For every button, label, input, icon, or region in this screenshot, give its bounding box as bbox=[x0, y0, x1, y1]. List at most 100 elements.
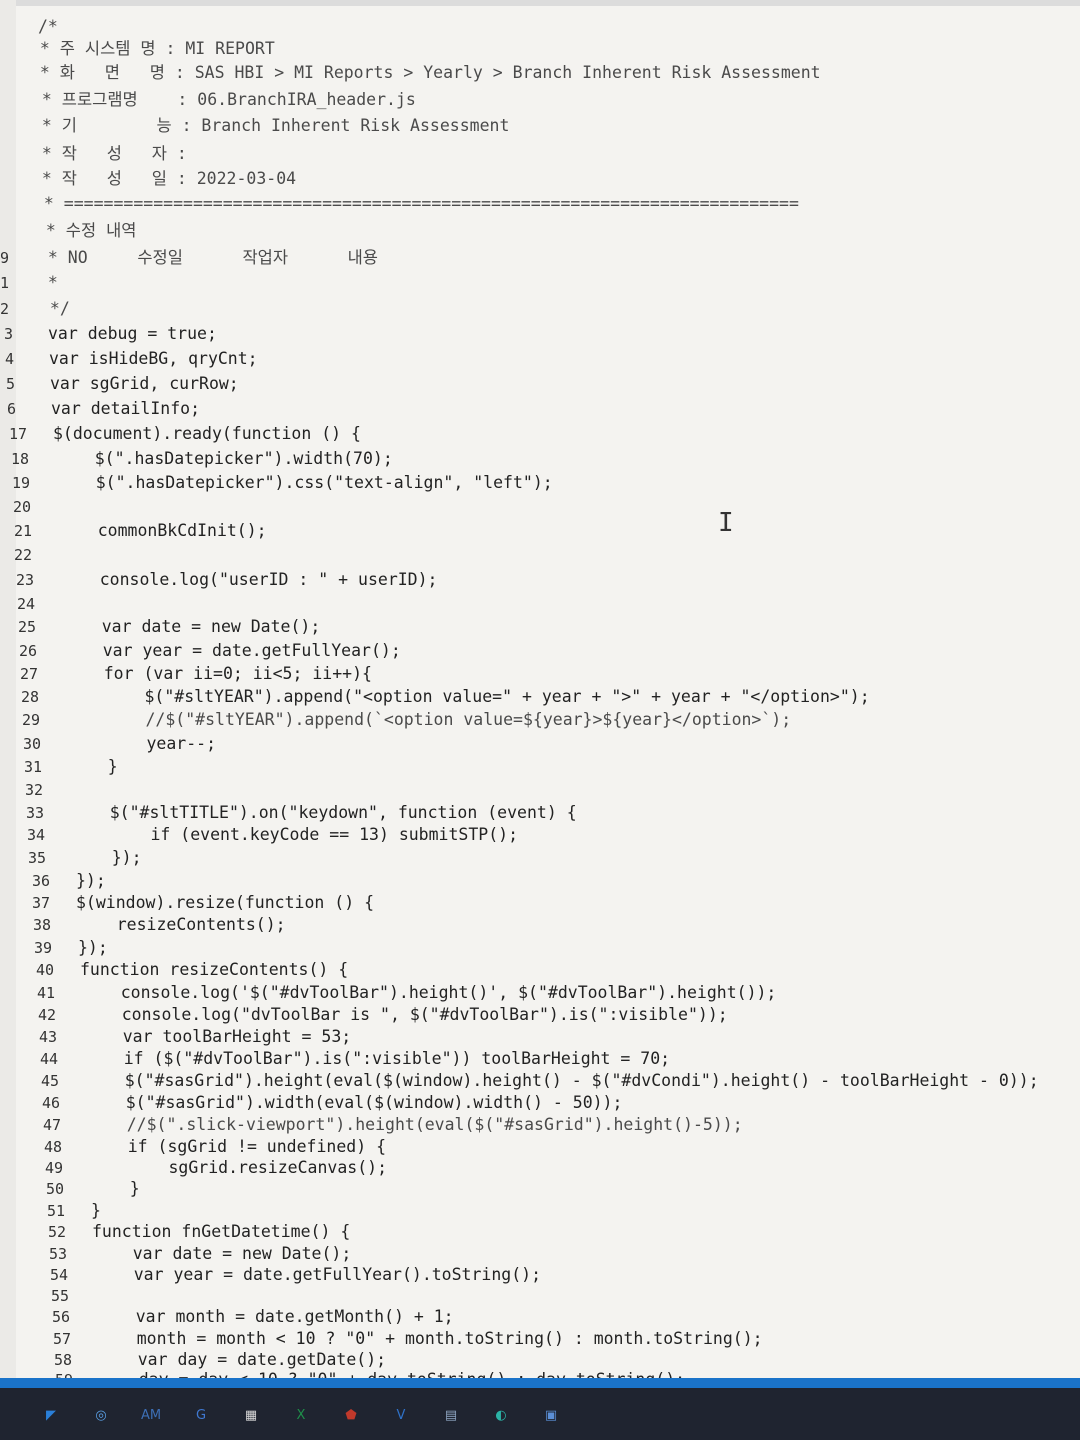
code-line[interactable]: 24 bbox=[0, 593, 1080, 615]
code-line[interactable]: * 작 성 일 : 2022-03-04 bbox=[0, 168, 1080, 190]
code-line[interactable]: 41 console.log('$("#dvToolBar").height()… bbox=[0, 982, 1080, 1004]
code-line[interactable]: 44 if ($("#dvToolBar").is(":visible")) t… bbox=[0, 1048, 1080, 1070]
code-line[interactable]: * 주 시스템 명 : MI REPORT bbox=[0, 38, 1080, 60]
code-text: //$("#sltYEAR").append(`<option value=${… bbox=[66, 710, 792, 729]
code-line[interactable]: 57 month = month < 10 ? "0" + month.toSt… bbox=[0, 1328, 1080, 1350]
edge-browser-icon[interactable]: ◐ bbox=[488, 1402, 514, 1428]
code-text: $("#sasGrid").width(eval($(window).width… bbox=[86, 1093, 623, 1112]
code-line[interactable]: 9 * NO 수정일 작업자 내용 bbox=[0, 247, 1080, 269]
visual-studio-code-icon[interactable]: ◤ bbox=[38, 1402, 64, 1428]
code-line[interactable]: * 수정 내역 bbox=[0, 220, 1080, 242]
code-line[interactable]: 38 resizeContents(); bbox=[0, 914, 1080, 936]
code-line[interactable]: 49 sgGrid.resizeCanvas(); bbox=[0, 1157, 1080, 1179]
code-line[interactable]: * ======================================… bbox=[0, 193, 1080, 215]
code-line[interactable]: * 작 성 자 : bbox=[0, 143, 1080, 165]
code-line[interactable]: 5 var sgGrid, curRow; bbox=[0, 373, 1080, 395]
code-editor[interactable]: /* * 주 시스템 명 : MI REPORT * 화 면 명 : SAS H… bbox=[0, 0, 1080, 1378]
code-text: $("#sltTITLE").on("keydown", function (e… bbox=[70, 803, 577, 822]
code-line[interactable]: 25 var date = new Date(); bbox=[0, 616, 1080, 638]
code-line[interactable]: 30 year--; bbox=[0, 733, 1080, 755]
code-line[interactable]: 2 */ bbox=[0, 298, 1080, 320]
code-line[interactable]: 27 for (var ii=0; ii<5; ii++){ bbox=[0, 663, 1080, 685]
line-number: 2 bbox=[0, 300, 10, 318]
am-app-icon[interactable]: AM bbox=[138, 1402, 164, 1428]
code-line[interactable]: 32 bbox=[0, 779, 1080, 801]
code-line[interactable]: 35 }); bbox=[0, 847, 1080, 869]
code-text: $("#sasGrid").height(eval($(window).heig… bbox=[85, 1071, 1039, 1090]
code-line[interactable]: 55 bbox=[0, 1285, 1080, 1307]
code-line[interactable]: 46 $("#sasGrid").width(eval($(window).wi… bbox=[0, 1092, 1080, 1114]
code-line[interactable]: * 화 면 명 : SAS HBI > MI Reports > Yearly … bbox=[0, 62, 1080, 84]
code-text: console.log('$("#dvToolBar").height()', … bbox=[81, 983, 777, 1002]
search-app-icon[interactable]: G bbox=[188, 1402, 214, 1428]
code-line[interactable]: 26 var year = date.getFullYear(); bbox=[0, 640, 1080, 662]
line-number: 41 bbox=[37, 984, 56, 1002]
code-line[interactable]: 45 $("#sasGrid").height(eval($(window).h… bbox=[0, 1070, 1080, 1092]
code-line[interactable]: 40 function resizeContents() { bbox=[0, 959, 1080, 981]
line-number: 35 bbox=[28, 849, 47, 867]
code-line[interactable]: 33 $("#sltTITLE").on("keydown", function… bbox=[0, 802, 1080, 824]
code-line[interactable]: 52 function fnGetDatetime() { bbox=[0, 1221, 1080, 1243]
code-line[interactable]: * 프로그램명 : 06.BranchIRA_header.js bbox=[0, 89, 1080, 111]
code-line[interactable]: 3 var debug = true; bbox=[0, 323, 1080, 345]
code-line[interactable]: 59 day = day < 10 ? "0" + day.toString()… bbox=[0, 1369, 1080, 1378]
code-line[interactable]: 39}); bbox=[0, 937, 1080, 959]
code-line[interactable]: 31 } bbox=[0, 756, 1080, 778]
code-line[interactable]: 47 //$(".slick-viewport").height(eval($(… bbox=[0, 1114, 1080, 1136]
code-line[interactable]: 48 if (sgGrid != undefined) { bbox=[0, 1136, 1080, 1158]
code-line[interactable]: 23 console.log("userID : " + userID); bbox=[0, 569, 1080, 591]
code-line[interactable]: 17 $(document).ready(function () { bbox=[0, 423, 1080, 445]
v-app-icon[interactable]: V bbox=[388, 1402, 414, 1428]
code-line[interactable]: 29 //$("#sltYEAR").append(`<option value… bbox=[0, 709, 1080, 731]
line-number: 3 bbox=[4, 325, 14, 343]
code-line[interactable]: 42 console.log("dvToolBar is ", $("#dvTo… bbox=[0, 1004, 1080, 1026]
line-number: 23 bbox=[16, 571, 35, 589]
line-number: 56 bbox=[52, 1308, 71, 1326]
code-line[interactable]: 28 $("#sltYEAR").append("<option value="… bbox=[0, 686, 1080, 708]
code-text: var isHideBG, qryCnt; bbox=[49, 349, 258, 368]
code-line[interactable]: 21 commonBkCdInit(); bbox=[0, 520, 1080, 542]
code-line[interactable]: 6 var detailInfo; bbox=[0, 398, 1080, 420]
code-text: * 작 성 일 : 2022-03-04 bbox=[32, 169, 297, 188]
code-line[interactable]: /* bbox=[0, 16, 1080, 38]
code-line[interactable]: 18 $(".hasDatepicker").width(70); bbox=[0, 448, 1080, 470]
code-line[interactable]: 51} bbox=[0, 1200, 1080, 1222]
code-text: * 프로그램명 : 06.BranchIRA_header.js bbox=[32, 90, 416, 109]
line-number: 54 bbox=[50, 1266, 69, 1284]
code-text: $(window).resize(function () { bbox=[76, 893, 375, 912]
code-text: var date = new Date(); bbox=[62, 617, 321, 636]
code-text: console.log("userID : " + userID); bbox=[60, 570, 438, 589]
window-app-icon[interactable]: ▣ bbox=[538, 1402, 564, 1428]
line-number: 4 bbox=[5, 350, 15, 368]
code-line[interactable]: 53 var date = new Date(); bbox=[0, 1243, 1080, 1265]
code-line[interactable]: 19 $(".hasDatepicker").css("text-align",… bbox=[0, 472, 1080, 494]
shield-icon[interactable]: ⬟ bbox=[338, 1402, 364, 1428]
code-text: * NO 수정일 작업자 내용 bbox=[38, 248, 378, 267]
editor-status-bar bbox=[0, 1378, 1080, 1388]
line-number: 51 bbox=[47, 1202, 66, 1220]
line-number: 22 bbox=[14, 546, 33, 564]
code-text: console.log("dvToolBar is ", $("#dvToolB… bbox=[82, 1005, 728, 1024]
code-text: var toolBarHeight = 53; bbox=[83, 1027, 352, 1046]
line-number: 30 bbox=[23, 735, 42, 753]
code-line[interactable]: * 기 능 : Branch Inherent Risk Assessment bbox=[0, 115, 1080, 137]
code-line[interactable]: 34 if (event.keyCode == 13) submitSTP(); bbox=[0, 824, 1080, 846]
code-line[interactable]: 43 var toolBarHeight = 53; bbox=[0, 1026, 1080, 1048]
code-line[interactable]: 58 var day = date.getDate(); bbox=[0, 1349, 1080, 1371]
code-line[interactable]: 37 $(window).resize(function () { bbox=[0, 892, 1080, 914]
line-number: 59 bbox=[55, 1369, 95, 1378]
line-number: 33 bbox=[26, 804, 45, 822]
code-line[interactable]: 1 * bbox=[0, 272, 1080, 294]
code-line[interactable]: 50 } bbox=[0, 1178, 1080, 1200]
calendar-icon[interactable]: ▦ bbox=[238, 1402, 264, 1428]
code-line[interactable]: 20 bbox=[0, 496, 1080, 518]
code-line[interactable]: 22 bbox=[0, 544, 1080, 566]
app-refresh-icon[interactable]: ◎ bbox=[88, 1402, 114, 1428]
code-line[interactable]: 4 var isHideBG, qryCnt; bbox=[0, 348, 1080, 370]
code-line[interactable]: 56 var month = date.getMonth() + 1; bbox=[0, 1306, 1080, 1328]
code-text: $(".hasDatepicker").css("text-align", "l… bbox=[56, 473, 553, 492]
code-line[interactable]: 54 var year = date.getFullYear().toStrin… bbox=[0, 1264, 1080, 1286]
excel-icon[interactable]: X bbox=[288, 1402, 314, 1428]
document-icon[interactable]: ▤ bbox=[438, 1402, 464, 1428]
code-line[interactable]: 36}); bbox=[0, 870, 1080, 892]
